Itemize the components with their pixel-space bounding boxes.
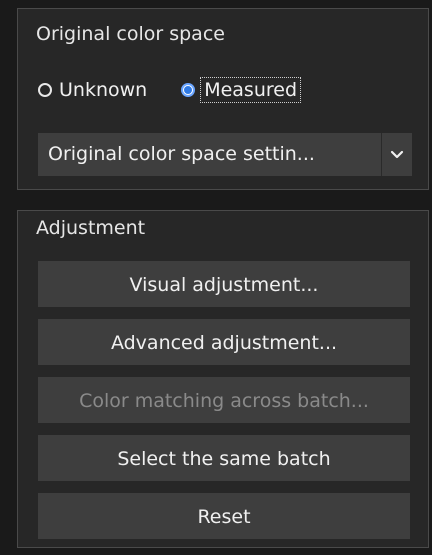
unknown-radio-label: Unknown [59,79,148,101]
radio-unchecked-icon [38,83,52,97]
visual-adjustment-button[interactable]: Visual adjustment... [38,261,410,307]
original-color-space-settings-dropdown[interactable]: Original color space settin... [38,133,412,176]
select-same-batch-button[interactable]: Select the same batch [38,435,410,481]
radio-checked-icon [181,83,196,97]
advanced-adjustment-button[interactable]: Advanced adjustment... [38,319,410,365]
original-color-space-title: Original color space [36,23,225,45]
unknown-radio[interactable]: Unknown [38,79,147,101]
reset-button[interactable]: Reset [38,493,410,539]
chevron-down-icon[interactable] [382,133,412,176]
dropdown-value: Original color space settin... [48,143,315,165]
measured-radio-label: Measured [200,77,302,103]
color-space-radio-group: Unknown Measured [38,77,302,103]
adjustment-group: Adjustment Visual adjustment... Advanced… [17,210,429,548]
original-color-space-group: Original color space Unknown Measured Or… [17,8,429,190]
color-matching-across-batch-button: Color matching across batch... [38,377,410,423]
adjustment-title: Adjustment [36,217,146,239]
measured-radio[interactable]: Measured [181,77,302,103]
